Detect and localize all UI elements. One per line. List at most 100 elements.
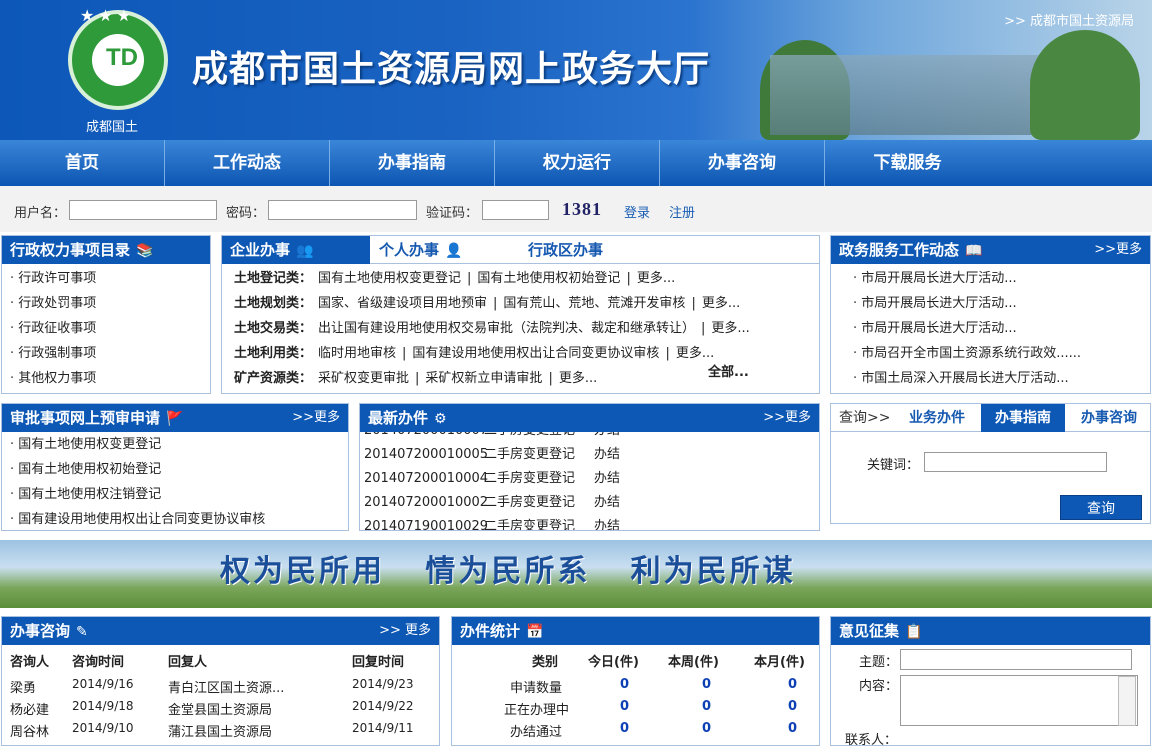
password-input[interactable]	[268, 200, 417, 220]
consult-replier[interactable]: 蒲江县国土资源局	[168, 721, 272, 740]
prereview-header: 审批事项网上预审申请 🚩 >>更多	[2, 404, 348, 432]
nav-home[interactable]: 首页	[0, 140, 165, 186]
tab-personal[interactable]: 个人办事 👤	[379, 236, 462, 264]
stats-month: 0	[788, 677, 798, 692]
separator: |	[402, 346, 407, 361]
news-item[interactable]: 市国土局深入开展局长进大厅活动...	[845, 366, 1150, 391]
register-link[interactable]: 注册	[669, 202, 695, 221]
latest-case-row[interactable]: 201407190010029二手房变更登记 办结	[360, 515, 819, 530]
service-link[interactable]: 更多...	[559, 371, 597, 386]
service-category-name: 矿产资源类：	[234, 371, 313, 386]
prereview-more-link[interactable]: >>更多	[292, 404, 340, 432]
service-link[interactable]: 更多...	[711, 321, 749, 336]
keyword-input[interactable]	[924, 452, 1107, 472]
consult-header: 办事咨询 ✎ >> 更多	[2, 617, 439, 645]
login-bar: 用户名： 密码： 验证码： 1381 登录 注册	[0, 186, 1152, 232]
tab-district[interactable]: 行政区办事	[528, 236, 603, 264]
consult-col-date: 咨询时间	[72, 655, 125, 670]
stats-week: 0	[702, 677, 712, 692]
nav-service-guide[interactable]: 办事指南	[330, 140, 495, 186]
power-catalog-item[interactable]: 行政处罚事项	[2, 291, 210, 316]
nav-power-operation[interactable]: 权力运行	[495, 140, 660, 186]
captcha-input[interactable]	[482, 200, 549, 220]
news-item[interactable]: 市局召开全市国土资源系统行政效......	[845, 341, 1150, 366]
stats-category: 正在办理中	[504, 703, 570, 718]
power-catalog-item[interactable]: 行政征收事项	[2, 316, 210, 341]
news-header: 政务服务工作动态 📖 >>更多	[831, 236, 1150, 264]
keyword-label: 关键词：	[867, 458, 920, 473]
consult-date: 2014/9/10	[72, 721, 134, 735]
tab-enterprise-label: 企业办事	[230, 241, 291, 259]
tab-guide[interactable]: 办事指南	[981, 404, 1065, 432]
tab-enterprise[interactable]: 企业办事 👥	[222, 236, 370, 264]
consult-asker: 周谷林	[10, 725, 50, 740]
news-title: 政务服务工作动态	[839, 241, 960, 259]
latest-cases-header: 最新办件 ⚙ >>更多	[360, 404, 819, 432]
prereview-item[interactable]: 国有土地使用权初始登记	[2, 457, 348, 482]
username-input[interactable]	[69, 200, 217, 220]
service-link[interactable]: 国家、省级建设项目用地预审	[318, 296, 487, 311]
contact-label: 联系人：	[845, 733, 898, 748]
calendar-icon: 📅	[526, 624, 544, 640]
query-button[interactable]: 查询	[1060, 495, 1142, 520]
power-catalog-header: 行政权力事项目录 📚	[2, 236, 210, 264]
service-link[interactable]: 出让国有建设用地使用权交易审批（法院判决、裁定和继承转让）	[318, 321, 695, 336]
bureau-home-link[interactable]: >> 成都市国土资源局	[1004, 10, 1134, 29]
nav-downloads[interactable]: 下载服务	[825, 140, 990, 186]
prereview-item[interactable]: 国有土地使用权变更登记	[2, 432, 348, 457]
nav-consultation[interactable]: 办事咨询	[660, 140, 825, 186]
logo-mark: TD	[106, 44, 138, 71]
stats-month: 0	[788, 721, 798, 736]
service-link[interactable]: 更多...	[702, 296, 740, 311]
consult-col-replier: 回复人	[168, 655, 208, 670]
case-status: 办结	[594, 432, 634, 443]
service-link[interactable]: 更多...	[637, 271, 675, 286]
captcha-image[interactable]: 1381	[562, 199, 602, 220]
textarea-scrollbar[interactable]	[1118, 676, 1136, 726]
latest-case-row[interactable]: 201407200010004二手房变更登记 办结	[360, 467, 819, 491]
username-label: 用户名：	[14, 206, 67, 221]
latest-case-row[interactable]: 201407200010005二手房变更登记 办结	[360, 443, 819, 467]
consult-asker: 梁勇	[10, 681, 37, 696]
service-link[interactable]: 国有建设用地使用权出让合同变更协议审核	[412, 346, 659, 361]
latest-cases-more-link[interactable]: >>更多	[763, 404, 811, 432]
site-logo[interactable]: ★★★ TD	[68, 6, 168, 110]
all-services-link[interactable]: 全部...	[708, 361, 749, 380]
prereview-item[interactable]: 国有土地使用权注销登记	[2, 482, 348, 507]
consult-replier[interactable]: 金堂县国土资源局	[168, 699, 272, 718]
site-header: ★★★ TD 成都国土 成都市国土资源局网上政务大厅 >> 成都市国土资源局	[0, 0, 1152, 140]
slogan-banner: 权为民所用 情为民所系 利为民所谋	[0, 540, 1152, 608]
login-link[interactable]: 登录	[624, 202, 650, 221]
latest-case-row[interactable]: 201407200010007二手房变更登记办结	[360, 432, 819, 443]
service-link[interactable]: 更多...	[676, 346, 714, 361]
stats-category: 申请数量	[509, 681, 562, 696]
content-textarea[interactable]	[900, 675, 1138, 726]
news-more-link[interactable]: >>更多	[1094, 236, 1142, 264]
service-link[interactable]: 国有荒山、荒地、荒滩开发审核	[503, 296, 685, 311]
latest-cases-scroller[interactable]: 201407200010007二手房变更登记办结201407200010005二…	[360, 432, 819, 530]
service-link[interactable]: 采矿权新立申请审批	[425, 371, 542, 386]
news-item[interactable]: 市局开展局长进大厅活动...	[845, 316, 1150, 341]
consult-replier[interactable]: 青白江区国土资源...	[168, 677, 284, 696]
nav-work-news[interactable]: 工作动态	[165, 140, 330, 186]
service-link[interactable]: 采矿权变更审批	[318, 371, 409, 386]
news-item[interactable]: 市局开展局长进大厅活动...	[845, 266, 1150, 291]
user-group-icon: 👥	[296, 243, 314, 259]
consult-more-link[interactable]: >> 更多	[379, 617, 431, 645]
subject-input[interactable]	[900, 649, 1132, 670]
news-item[interactable]: 市局开展局长进大厅活动...	[845, 291, 1150, 316]
power-catalog-item[interactable]: 行政强制事项	[2, 341, 210, 366]
tab-business-cases[interactable]: 业务办件	[897, 404, 977, 432]
power-catalog-item[interactable]: 行政许可事项	[2, 266, 210, 291]
stats-title: 办件统计	[460, 622, 521, 640]
service-link[interactable]: 国有土地使用权初始登记	[477, 271, 620, 286]
prereview-item[interactable]: 国有建设用地使用权出让合同变更协议审核	[2, 507, 348, 532]
service-tabs-bar: 企业办事 👥 个人办事 👤 行政区办事	[222, 236, 819, 264]
stats-today: 0	[620, 699, 630, 714]
service-link[interactable]: 国有土地使用权变更登记	[318, 271, 461, 286]
power-catalog-item[interactable]: 其他权力事项	[2, 366, 210, 391]
service-link[interactable]: 临时用地审核	[318, 346, 396, 361]
book-icon: 📚	[136, 243, 154, 259]
latest-case-row[interactable]: 201407200010002二手房变更登记 办结	[360, 491, 819, 515]
tab-consult[interactable]: 办事咨询	[1069, 404, 1149, 432]
